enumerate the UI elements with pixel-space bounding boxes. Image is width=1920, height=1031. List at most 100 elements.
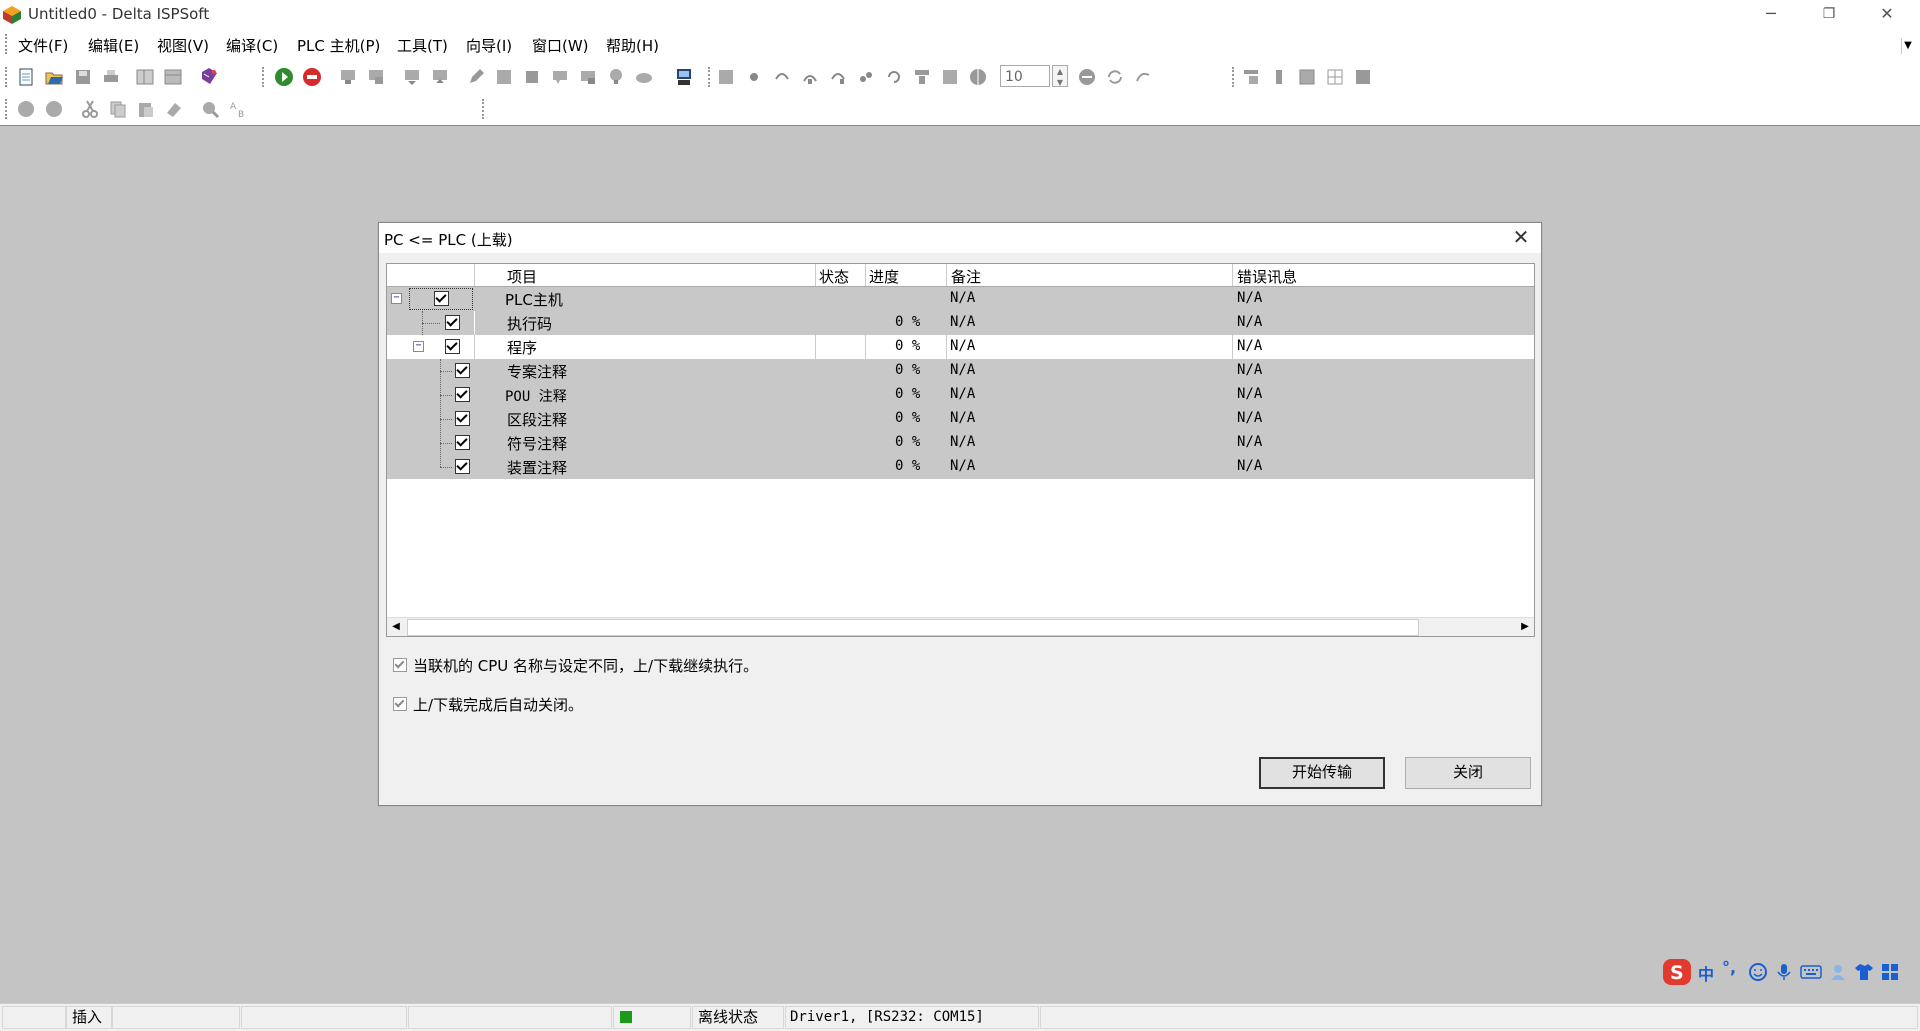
calendar-icon[interactable]: [1353, 67, 1373, 87]
refresh-icon[interactable]: [1105, 67, 1125, 87]
menu-help[interactable]: 帮助(H): [606, 35, 659, 56]
find-icon[interactable]: [200, 99, 220, 119]
save-icon[interactable]: [73, 67, 93, 87]
microphone-icon[interactable]: [1774, 962, 1794, 982]
fork-icon[interactable]: [856, 67, 876, 87]
ladder-icon[interactable]: [716, 67, 736, 87]
start-transfer-button[interactable]: 开始传输: [1259, 757, 1385, 789]
table-row[interactable]: − PLC主机 N/A N/A: [387, 287, 1534, 311]
upload-icon[interactable]: [366, 67, 386, 87]
menu-grid-icon[interactable]: [1880, 962, 1900, 982]
col-status[interactable]: 状态: [819, 266, 849, 287]
pen-icon[interactable]: [466, 67, 486, 87]
comment-icon[interactable]: [550, 67, 570, 87]
checkbox-device-comment[interactable]: [455, 459, 470, 474]
half-circle-icon[interactable]: [968, 67, 988, 87]
checkbox-program[interactable]: [445, 339, 460, 354]
monitor-icon[interactable]: [430, 67, 450, 87]
close-dialog-button[interactable]: 关闭: [1405, 757, 1531, 789]
copy-icon[interactable]: [108, 99, 128, 119]
menu-edit[interactable]: 编辑(E): [88, 35, 139, 56]
restore-button[interactable]: ❐: [1800, 0, 1858, 30]
layout-icon[interactable]: [135, 67, 155, 87]
dialog-close-icon[interactable]: ✕: [1509, 225, 1533, 249]
branch-icon[interactable]: [828, 67, 848, 87]
col-note[interactable]: 备注: [951, 266, 981, 287]
scroll-thumb[interactable]: [407, 619, 1419, 636]
zoom-input[interactable]: 10: [1000, 65, 1050, 87]
device-icon[interactable]: [578, 67, 598, 87]
ime-lang[interactable]: 中: [1698, 961, 1714, 985]
replace-icon[interactable]: AB: [228, 99, 248, 119]
matrix-icon[interactable]: [1325, 67, 1345, 87]
option-checkbox[interactable]: [393, 697, 407, 711]
menu-file[interactable]: 文件(F): [18, 35, 68, 56]
checkbox-pou-comment[interactable]: [455, 387, 470, 402]
table-icon[interactable]: [1297, 67, 1317, 87]
column-icon[interactable]: [1269, 67, 1289, 87]
table-row[interactable]: 装置注释 0 % N/A N/A: [387, 455, 1534, 479]
minus-circle-icon[interactable]: [1077, 67, 1097, 87]
table-row[interactable]: 区段注释 0 % N/A N/A: [387, 407, 1534, 431]
menu-window[interactable]: 窗口(W): [532, 35, 589, 56]
undo-arrow-icon[interactable]: [1133, 67, 1153, 87]
paste-icon[interactable]: [136, 99, 156, 119]
coil-icon[interactable]: [800, 67, 820, 87]
shirt-icon[interactable]: [1854, 962, 1874, 982]
close-window-button[interactable]: ✕: [1858, 0, 1916, 30]
checkbox-symbol-comment[interactable]: [455, 435, 470, 450]
eraser-icon[interactable]: [164, 99, 184, 119]
contact-icon[interactable]: [772, 67, 792, 87]
run-icon[interactable]: [274, 67, 294, 87]
collapse-icon[interactable]: −: [413, 341, 424, 352]
table-row[interactable]: POU 注释 0 % N/A N/A: [387, 383, 1534, 407]
ime-punct[interactable]: °,: [1722, 958, 1736, 977]
stop-icon[interactable]: [302, 67, 322, 87]
table-row[interactable]: 执行码 0 % N/A N/A: [387, 311, 1534, 335]
menu-tools[interactable]: 工具(T): [397, 35, 448, 56]
zoom-spinner[interactable]: ▲ ▼: [1052, 65, 1068, 87]
collapse-icon[interactable]: −: [391, 293, 402, 304]
col-progress[interactable]: 进度: [869, 266, 899, 287]
cut-icon[interactable]: [80, 99, 100, 119]
toolbar-options-icon[interactable]: ▼: [1901, 38, 1914, 54]
refresh-small-icon[interactable]: [884, 67, 904, 87]
bulb-icon[interactable]: [606, 67, 626, 87]
col-error[interactable]: 错误讯息: [1237, 266, 1297, 287]
grid-icon[interactable]: [494, 67, 514, 87]
new-file-icon[interactable]: [16, 67, 36, 87]
option-checkbox[interactable]: [393, 658, 407, 672]
block-icon[interactable]: [522, 67, 542, 87]
minimize-button[interactable]: ─: [1742, 0, 1800, 30]
online-monitor-icon[interactable]: [674, 67, 694, 87]
tree-icon[interactable]: [1241, 67, 1261, 87]
book-icon[interactable]: [199, 66, 219, 86]
keyboard-icon[interactable]: [1800, 962, 1822, 982]
checkbox-plc[interactable]: [434, 291, 449, 306]
checkbox-exec[interactable]: [445, 315, 460, 330]
menu-wizard[interactable]: 向导(I): [466, 35, 512, 56]
cloud-icon[interactable]: [634, 67, 654, 87]
col-item[interactable]: 项目: [507, 266, 537, 287]
emoji-icon[interactable]: [1748, 962, 1768, 982]
redo-icon[interactable]: [44, 99, 64, 119]
funnel-icon[interactable]: [912, 67, 932, 87]
table-row[interactable]: 专案注释 0 % N/A N/A: [387, 359, 1534, 383]
open-folder-icon[interactable]: [44, 67, 64, 87]
sogou-logo-icon[interactable]: S: [1662, 958, 1692, 986]
table-row[interactable]: 符号注释 0 % N/A N/A: [387, 431, 1534, 455]
undo-icon[interactable]: [16, 99, 36, 119]
layers-icon[interactable]: [940, 67, 960, 87]
horizontal-scrollbar[interactable]: ◀ ▶: [387, 617, 1534, 636]
dot-icon[interactable]: [744, 67, 764, 87]
menu-view[interactable]: 视图(V): [157, 35, 209, 56]
print-icon[interactable]: [101, 67, 121, 87]
compare-icon[interactable]: [402, 67, 422, 87]
menu-compile[interactable]: 编译(C): [226, 35, 278, 56]
user-icon[interactable]: [1828, 962, 1848, 982]
download-icon[interactable]: [338, 67, 358, 87]
checkbox-section-comment[interactable]: [455, 411, 470, 426]
menu-plc[interactable]: PLC 主机(P): [297, 35, 380, 56]
table-row[interactable]: − 程序 0 % N/A N/A: [387, 335, 1534, 359]
window-layout-icon[interactable]: [163, 67, 183, 87]
